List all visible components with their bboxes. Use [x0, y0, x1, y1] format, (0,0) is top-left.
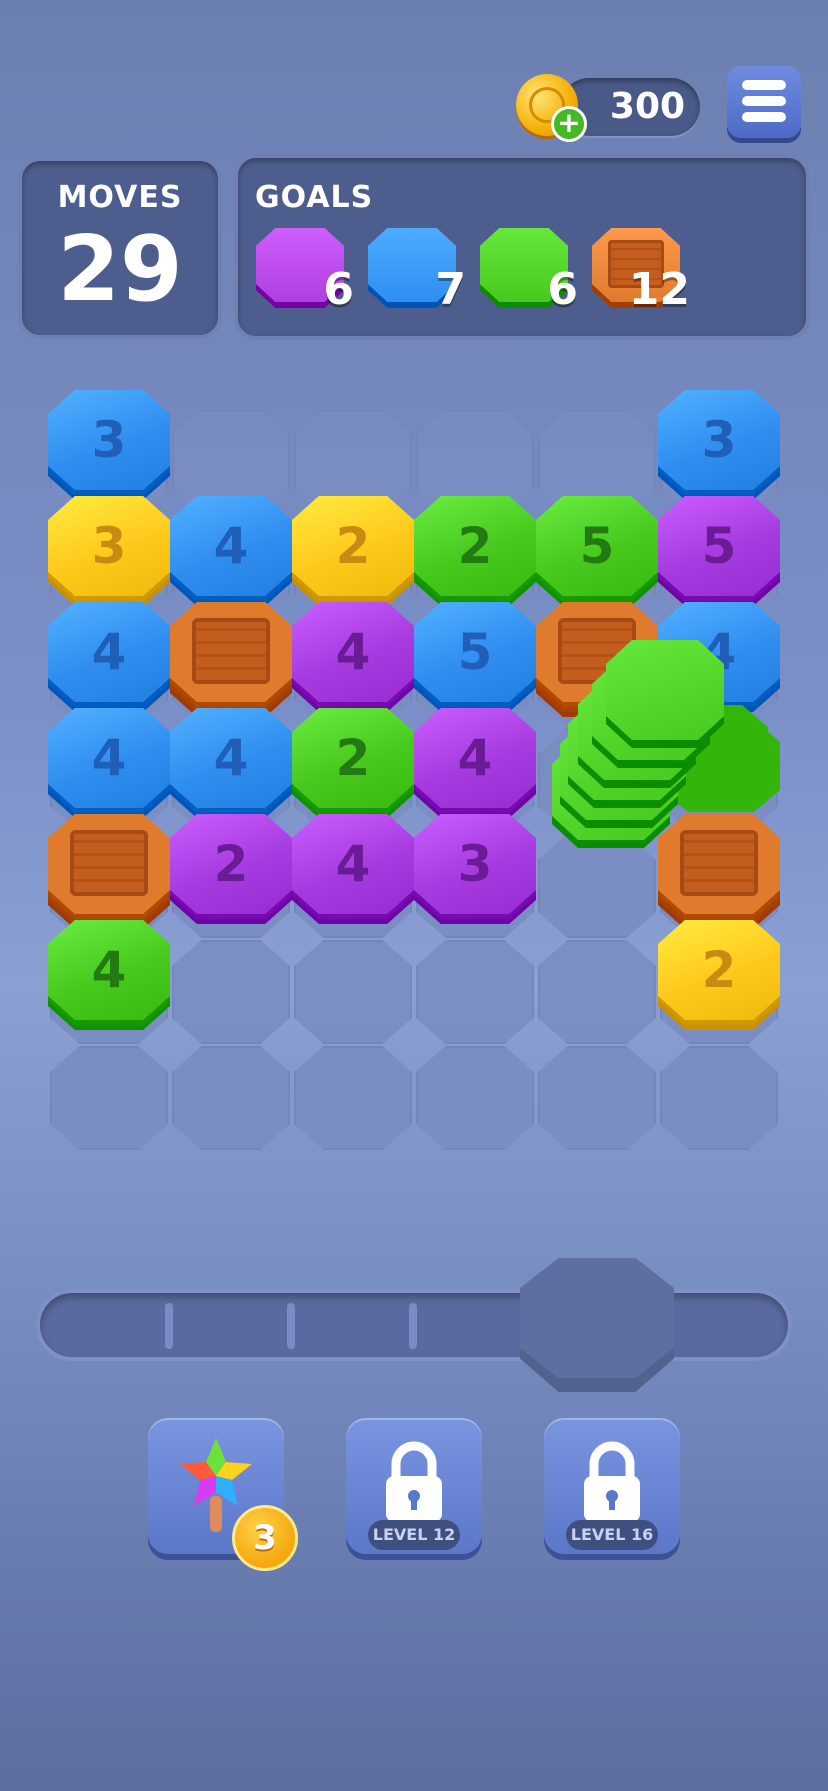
slider-tick — [287, 1303, 295, 1349]
blue-tile-stack[interactable]: 3 — [658, 390, 780, 500]
plus-icon[interactable]: + — [551, 106, 587, 142]
yellow-tile-stack[interactable]: 2 — [292, 496, 414, 606]
yellow-tile-stack[interactable]: 2 — [658, 920, 780, 1030]
blue-tile-stack[interactable]: 4 — [48, 708, 170, 818]
crate-planks — [70, 830, 148, 896]
hamburger-menu-icon-line — [742, 96, 786, 106]
moves-label: MOVES — [57, 180, 183, 215]
slider-tick — [409, 1303, 417, 1349]
green-tile-stack[interactable]: 4 — [48, 920, 170, 1030]
tile-number: 4 — [91, 729, 127, 787]
tile-number: 2 — [213, 835, 249, 893]
crate-planks — [680, 830, 758, 896]
tile-number: 5 — [457, 623, 493, 681]
tile-number: 4 — [213, 729, 249, 787]
blue-tile-stack[interactable]: 5 — [414, 602, 536, 712]
tile-number: 2 — [335, 517, 371, 575]
blue-tile-stack[interactable]: 4 — [48, 602, 170, 712]
slider-tick — [165, 1303, 173, 1349]
goal-count: 6 — [547, 264, 578, 315]
goal-blue-tile: 7 — [368, 228, 466, 312]
coin-count: 300 — [609, 86, 686, 127]
goals-label: GOALS — [255, 180, 374, 215]
board-cell[interactable] — [538, 834, 656, 938]
blue-tile-stack[interactable]: 3 — [48, 390, 170, 500]
goal-count: 7 — [435, 264, 466, 315]
crate-tile[interactable] — [170, 602, 292, 717]
hamburger-menu-icon-line — [742, 112, 786, 122]
yellow-tile-stack[interactable]: 3 — [48, 496, 170, 606]
tile-number: 4 — [457, 729, 493, 787]
crate-planks — [192, 618, 270, 684]
purple-tile-stack[interactable]: 2 — [170, 814, 292, 924]
green-tile-stack[interactable]: 2 — [292, 708, 414, 818]
board-cell[interactable] — [294, 940, 412, 1044]
moves-count: 29 — [57, 217, 183, 322]
green-tile-stack[interactable]: 2 — [414, 496, 536, 606]
board-cell[interactable] — [416, 1046, 534, 1150]
board-cell[interactable] — [538, 940, 656, 1044]
blue-tile-stack[interactable]: 4 — [170, 496, 292, 606]
purple-tile-stack[interactable]: 4 — [414, 708, 536, 818]
booster-count-badge: 3 — [232, 1505, 298, 1571]
tile-number: 4 — [91, 623, 127, 681]
blue-tile-stack[interactable]: 4 — [170, 708, 292, 818]
lock-level-label: LEVEL 16 — [566, 1520, 658, 1550]
tile-number: 4 — [335, 835, 371, 893]
goal-purple-tile: 6 — [256, 228, 354, 312]
goal-count: 12 — [628, 264, 690, 315]
purple-tile-stack[interactable]: 3 — [414, 814, 536, 924]
board-cell[interactable] — [294, 1046, 412, 1150]
hamburger-menu-icon — [742, 80, 786, 90]
tile-number: 4 — [213, 517, 249, 575]
board-cell[interactable] — [172, 1046, 290, 1150]
purple-tile-stack[interactable]: 4 — [292, 814, 414, 924]
purple-tile-stack[interactable]: 4 — [292, 602, 414, 712]
board-cell[interactable] — [50, 1046, 168, 1150]
tile-number: 5 — [701, 517, 737, 575]
crate-tile[interactable] — [48, 814, 170, 929]
tile-number: 2 — [701, 941, 737, 999]
tile-number: 3 — [91, 517, 127, 575]
lock-level-label: LEVEL 12 — [368, 1520, 460, 1550]
tile-number: 3 — [457, 835, 493, 893]
green-tile-stack[interactable]: 5 — [536, 496, 658, 606]
stack-layer — [606, 640, 724, 740]
goal-green-tile: 6 — [480, 228, 578, 312]
tile-number: 2 — [457, 517, 493, 575]
purple-tile-stack[interactable]: 5 — [658, 496, 780, 606]
tile-number: 5 — [579, 517, 615, 575]
tile-number: 4 — [335, 623, 371, 681]
board-cell[interactable] — [172, 940, 290, 1044]
goal-crate: 12 — [592, 228, 690, 312]
tile-number: 2 — [335, 729, 371, 787]
board-cell[interactable] — [416, 940, 534, 1044]
octagon-handle[interactable] — [520, 1258, 674, 1378]
board-cell[interactable] — [660, 1046, 778, 1150]
board-cell[interactable] — [538, 1046, 656, 1150]
tile-number: 3 — [701, 411, 737, 469]
tile-number: 4 — [91, 941, 127, 999]
goal-count: 6 — [323, 264, 354, 315]
tile-number: 3 — [91, 411, 127, 469]
crate-tile[interactable] — [658, 814, 780, 929]
